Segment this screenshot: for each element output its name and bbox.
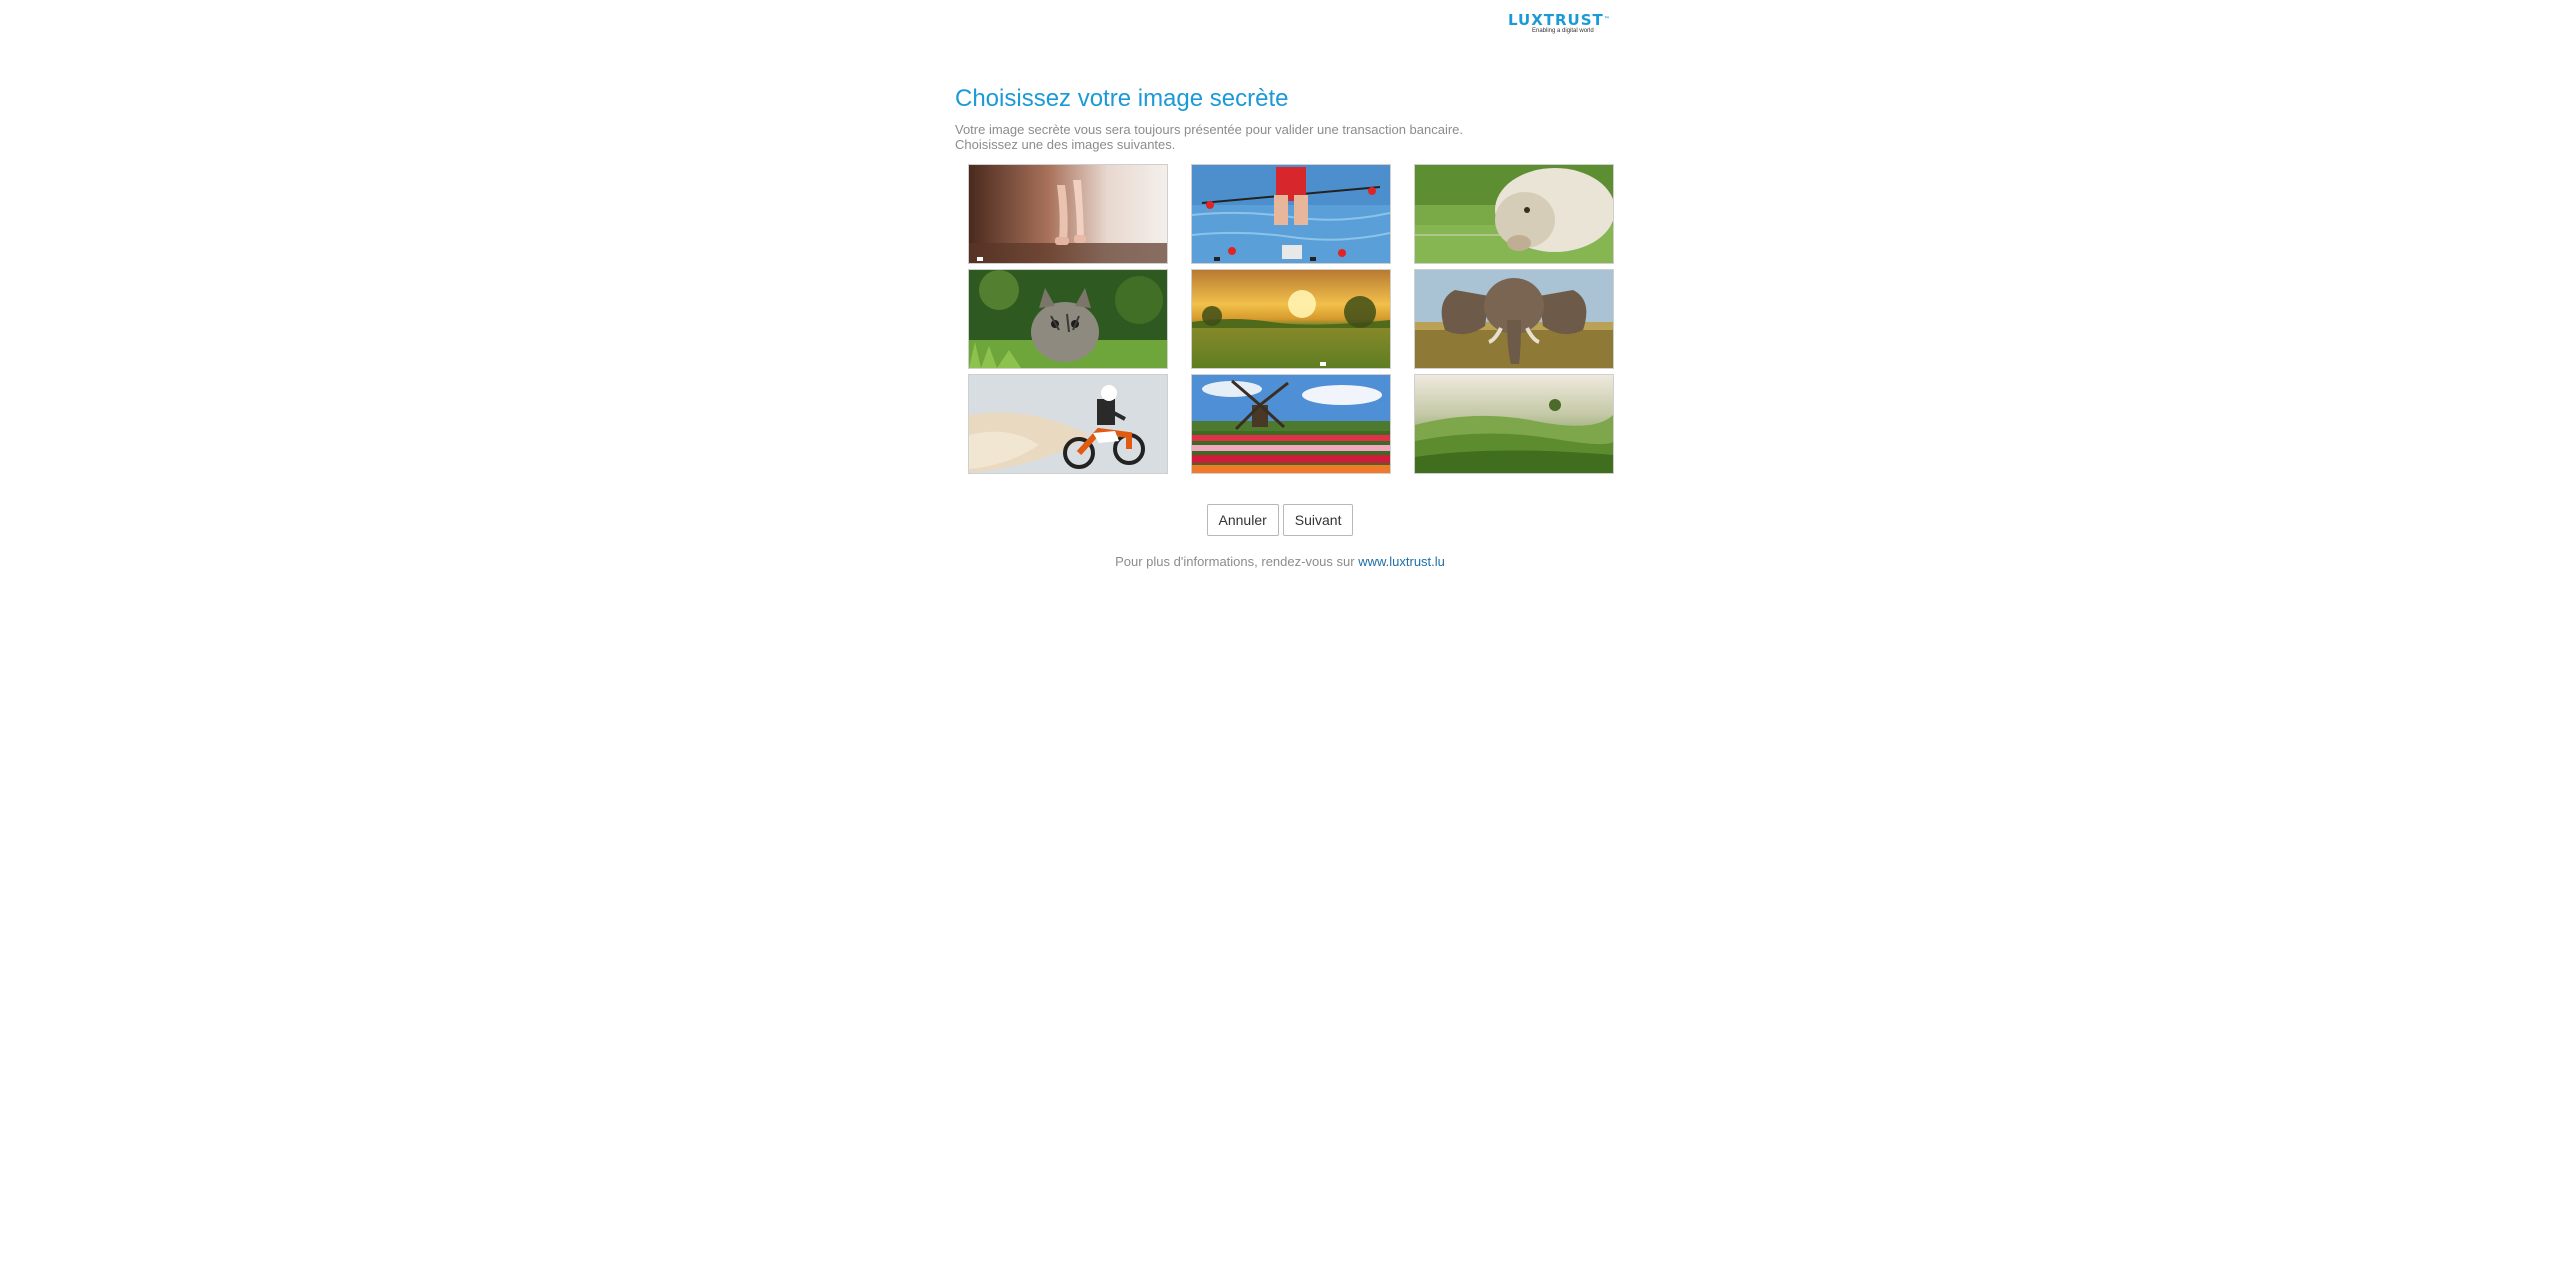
footer-text: Pour plus d'informations, rendez-vous su…	[1115, 554, 1355, 569]
image-option-kitten[interactable]	[968, 269, 1168, 369]
image-option-sheep[interactable]	[1414, 164, 1614, 264]
motocross-image	[969, 375, 1167, 473]
image-option-motocross[interactable]	[968, 374, 1168, 474]
description-line-1: Votre image secrète vous sera toujours p…	[955, 122, 1464, 137]
luxtrust-logo: LUXTRUST™ Enabling a digital world	[1508, 12, 1632, 36]
description-line-2: Choisissez une des images suivantes.	[955, 137, 1176, 152]
kitten-image	[969, 270, 1167, 368]
logo-tagline: Enabling a digital world	[1532, 28, 1594, 34]
image-option-rowing[interactable]	[1191, 164, 1391, 264]
next-button[interactable]: Suivant	[1282, 504, 1354, 536]
image-option-elephant[interactable]	[1414, 269, 1614, 369]
rowing-image	[1192, 165, 1390, 263]
page: LUXTRUST™ Enabling a digital world Chois…	[0, 0, 2560, 1285]
image-grid	[968, 164, 1624, 480]
content: Choisissez votre image secrète Votre ima…	[955, 84, 1625, 152]
logo-wordmark: LUXTRUST	[1508, 11, 1604, 29]
sheep-image	[1415, 165, 1613, 263]
image-option-green-hills[interactable]	[1414, 374, 1614, 474]
green-hills-image	[1415, 375, 1613, 473]
page-title: Choisissez votre image secrète	[955, 85, 1289, 112]
description: Votre image secrète vous sera toujours p…	[955, 122, 1625, 152]
footer: Pour plus d'informations, rendez-vous su…	[0, 554, 2560, 569]
image-option-windmill[interactable]	[1191, 374, 1391, 474]
action-buttons: Annuler Suivant	[0, 504, 2560, 536]
elephant-image	[1415, 270, 1613, 368]
cancel-button[interactable]: Annuler	[1206, 504, 1279, 536]
windmill-image	[1192, 375, 1390, 473]
ballet-image	[969, 165, 1167, 263]
image-option-ballet[interactable]	[968, 164, 1168, 264]
sunset-field-image	[1192, 270, 1390, 368]
luxtrust-link[interactable]: www.luxtrust.lu	[1358, 554, 1445, 569]
image-option-sunset-field[interactable]	[1191, 269, 1391, 369]
